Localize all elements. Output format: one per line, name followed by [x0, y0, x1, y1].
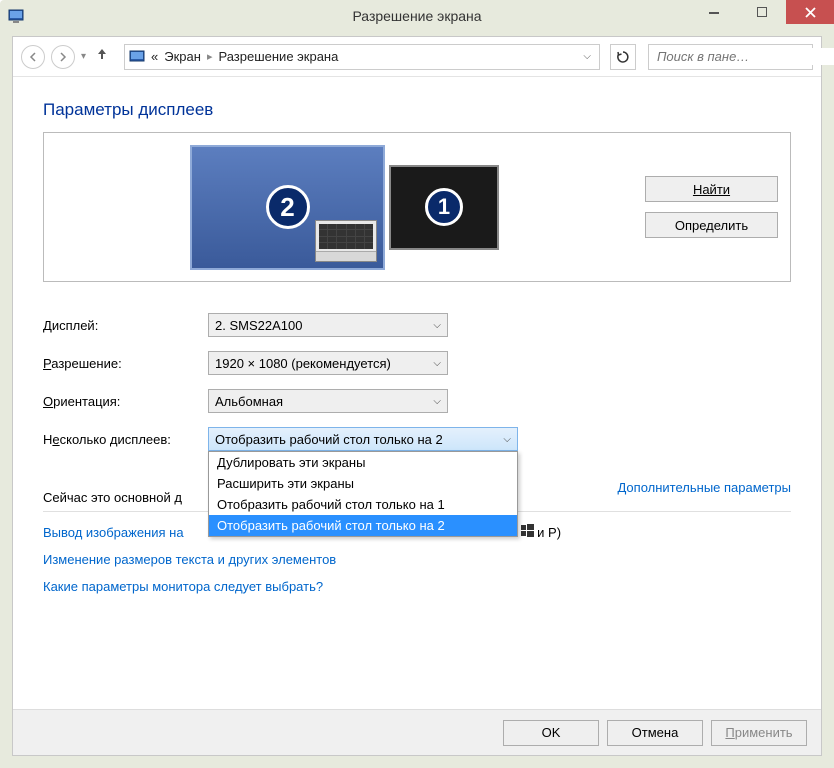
multi-option-only1[interactable]: Отобразить рабочий стол только на 1 [209, 494, 517, 515]
resolution-value: 1920 × 1080 (рекомендуется) [215, 356, 433, 371]
window-controls [690, 0, 834, 24]
location-icon [129, 49, 145, 65]
close-icon [805, 7, 816, 18]
footer: OK Отмена Применить [13, 709, 821, 755]
search-input[interactable] [655, 48, 834, 65]
multi-displays-label: Несколько дисплеев: [43, 432, 208, 447]
refresh-icon [616, 50, 630, 64]
address-dropdown[interactable]: ⌵ [579, 51, 595, 62]
window-root: Разрешение экрана ▾ [0, 0, 834, 768]
close-button[interactable] [786, 0, 834, 24]
search-box[interactable] [648, 44, 813, 70]
chevron-down-icon: ⌵ [503, 434, 511, 445]
identify-button[interactable]: Определить [645, 212, 778, 238]
monitors-container: 2 1 [44, 145, 645, 270]
multi-displays-select[interactable]: Отобразить рабочий стол только на 2 ⌵ Ду… [208, 427, 518, 451]
display-side-buttons: Найти Определить [645, 176, 790, 238]
multi-displays-dropdown: Дублировать эти экраны Расширить эти экр… [208, 451, 518, 537]
page-title: Параметры дисплеев [43, 100, 791, 120]
breadcrumb-prefix: « [151, 49, 158, 64]
ok-button[interactable]: OK [503, 720, 599, 746]
client-area: ▾ « Экран ▸ Разрешение экрана ⌵ [12, 36, 822, 756]
history-dropdown[interactable]: ▾ [81, 51, 86, 62]
chevron-down-icon: ⌵ [433, 396, 441, 407]
address-bar[interactable]: « Экран ▸ Разрешение экрана ⌵ [124, 44, 600, 70]
titlebar: Разрешение экрана [0, 0, 834, 32]
settings-form: Дисплей: 2. SMS22A100 ⌵ Разрешение: 1920… [43, 306, 791, 458]
cancel-button[interactable]: Отмена [607, 720, 703, 746]
find-button[interactable]: Найти [645, 176, 778, 202]
minimize-icon [709, 7, 719, 17]
content: Параметры дисплеев 2 1 Найти [13, 78, 821, 709]
arrow-left-icon [28, 52, 38, 62]
apply-button[interactable]: Применить [711, 720, 807, 746]
up-button[interactable] [92, 47, 112, 66]
arrow-up-icon [96, 47, 108, 61]
forward-button[interactable] [51, 45, 75, 69]
breadcrumb-item-screen[interactable]: Экран [164, 49, 201, 64]
breadcrumb-item-resolution[interactable]: Разрешение экрана [218, 49, 338, 64]
orientation-label: Ориентация: [43, 394, 208, 409]
orientation-value: Альбомная [215, 394, 433, 409]
app-icon [8, 8, 24, 24]
multi-option-extend[interactable]: Расширить эти экраны [209, 473, 517, 494]
which-monitor-link[interactable]: Какие параметры монитора следует выбрать… [43, 579, 791, 594]
multi-displays-value: Отобразить рабочий стол только на 2 [215, 432, 503, 447]
multi-option-only2[interactable]: Отобразить рабочий стол только на 2 [209, 515, 517, 536]
windows-logo-icon [521, 524, 534, 540]
monitor-1[interactable]: 1 [389, 165, 499, 250]
resolution-select[interactable]: 1920 × 1080 (рекомендуется) ⌵ [208, 351, 448, 375]
multi-option-duplicate[interactable]: Дублировать эти экраны [209, 452, 517, 473]
monitor-2[interactable]: 2 [190, 145, 385, 270]
monitor-1-badge: 1 [425, 188, 463, 226]
chevron-right-icon: ▸ [207, 50, 213, 63]
advanced-settings-link[interactable]: Дополнительные параметры [617, 480, 791, 495]
resize-text-link[interactable]: Изменение размеров текста и других элеме… [43, 552, 791, 567]
display-preview-area: 2 1 Найти Определить [43, 132, 791, 282]
maximize-button[interactable] [738, 0, 786, 24]
display-select[interactable]: 2. SMS22A100 ⌵ [208, 313, 448, 337]
taskbar-thumbnail [315, 220, 377, 262]
toolbar: ▾ « Экран ▸ Разрешение экрана ⌵ [13, 37, 821, 77]
resolution-label: Разрешение: [43, 356, 208, 371]
refresh-button[interactable] [610, 44, 636, 70]
back-button[interactable] [21, 45, 45, 69]
chevron-down-icon: ⌵ [433, 358, 441, 369]
main-display-status: Сейчас это основной д [43, 490, 182, 505]
monitor-2-badge: 2 [266, 185, 310, 229]
arrow-right-icon [58, 52, 68, 62]
maximize-icon [757, 7, 767, 17]
chevron-down-icon: ⌵ [433, 320, 441, 331]
orientation-select[interactable]: Альбомная ⌵ [208, 389, 448, 413]
minimize-button[interactable] [690, 0, 738, 24]
display-value: 2. SMS22A100 [215, 318, 433, 333]
display-label: Дисплей: [43, 318, 208, 333]
